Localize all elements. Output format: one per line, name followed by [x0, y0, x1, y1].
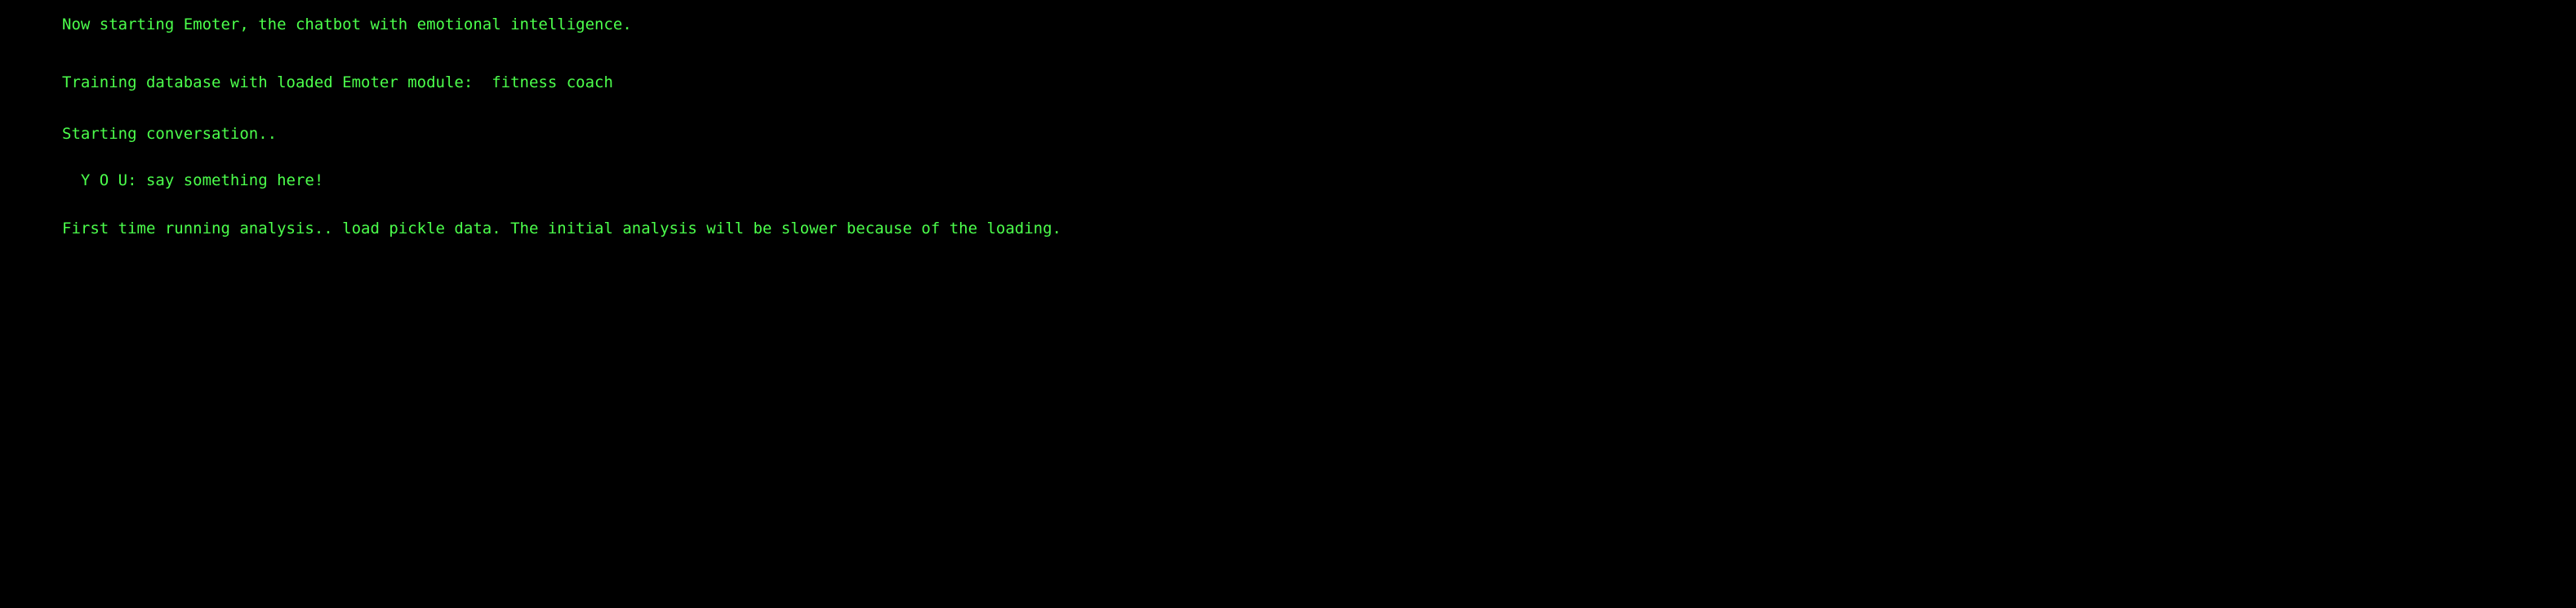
conversation-status: Starting conversation..	[62, 125, 278, 143]
terminal-window: Now starting Emoter, the chatbot with em…	[0, 0, 2576, 608]
training-status: Training database with loaded Emoter mod…	[62, 73, 613, 91]
startup-message: Now starting Emoter, the chatbot with em…	[62, 16, 632, 33]
analysis-status: First time running analysis.. load pickl…	[62, 220, 1061, 237]
user-prompt-line: Y O U: say something here!	[62, 171, 324, 189]
